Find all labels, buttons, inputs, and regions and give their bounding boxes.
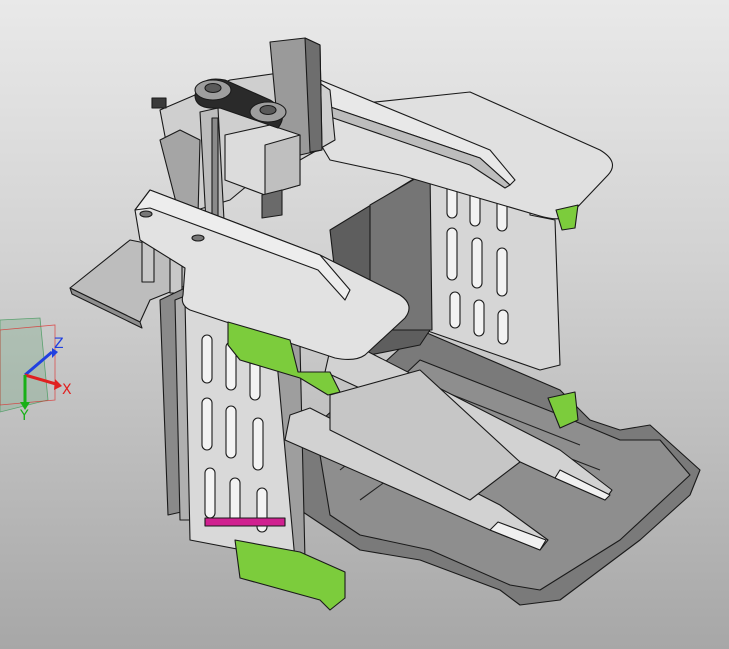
y-axis-label: Y: [19, 408, 29, 424]
green-bracket-lower: [234, 539, 346, 611]
z-axis-label: Z: [54, 336, 64, 352]
x-axis-label: X: [62, 382, 72, 398]
motor: [224, 124, 301, 219]
cad-viewport[interactable]: Z X Y: [0, 0, 729, 649]
cad-model-drawing[interactable]: Z X Y: [0, 0, 729, 649]
coordinate-triad: Z X Y: [0, 317, 72, 424]
